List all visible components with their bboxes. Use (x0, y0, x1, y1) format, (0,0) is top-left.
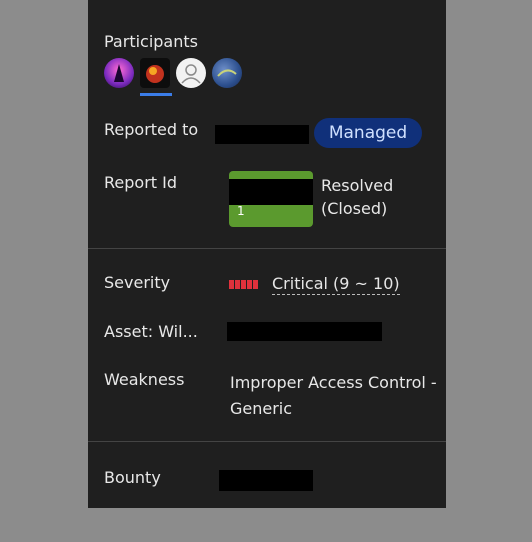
bounty-label: Bounty (104, 468, 161, 487)
asset-label: Asset: Wil... (104, 322, 198, 341)
weakness-label: Weakness (104, 370, 185, 389)
participants-label: Participants (104, 32, 198, 51)
redacted-asset-name (227, 322, 382, 341)
participant-avatar[interactable] (176, 58, 206, 88)
divider (88, 441, 446, 442)
redacted-report-id (229, 179, 313, 205)
report-details-panel: Participants Reported to Managed Report … (88, 0, 446, 508)
report-id-box[interactable]: 1 (229, 171, 313, 227)
participant-avatar[interactable] (212, 58, 242, 88)
severity-value[interactable]: Critical (9 ~ 10) (272, 274, 400, 295)
severity-label: Severity (104, 273, 171, 292)
reported-to-label: Reported to (104, 120, 199, 139)
managed-badge: Managed (314, 118, 422, 148)
report-status: Resolved (Closed) (321, 176, 394, 218)
report-id-label: Report Id (104, 173, 177, 192)
redacted-bounty-amount (219, 470, 313, 491)
divider (88, 248, 446, 249)
swirl-icon (217, 69, 237, 77)
participant-avatar[interactable] (104, 58, 134, 88)
redacted-program-name (215, 125, 309, 144)
figure-icon (114, 64, 124, 82)
participant-avatar[interactable] (140, 58, 170, 88)
flame-icon (146, 65, 164, 83)
weakness-value: Improper Access Control - Generic (230, 373, 437, 418)
report-id-number: 1 (237, 204, 245, 218)
active-avatar-indicator (140, 93, 172, 96)
user-placeholder-icon (181, 64, 201, 84)
severity-meter-icon (229, 280, 258, 289)
